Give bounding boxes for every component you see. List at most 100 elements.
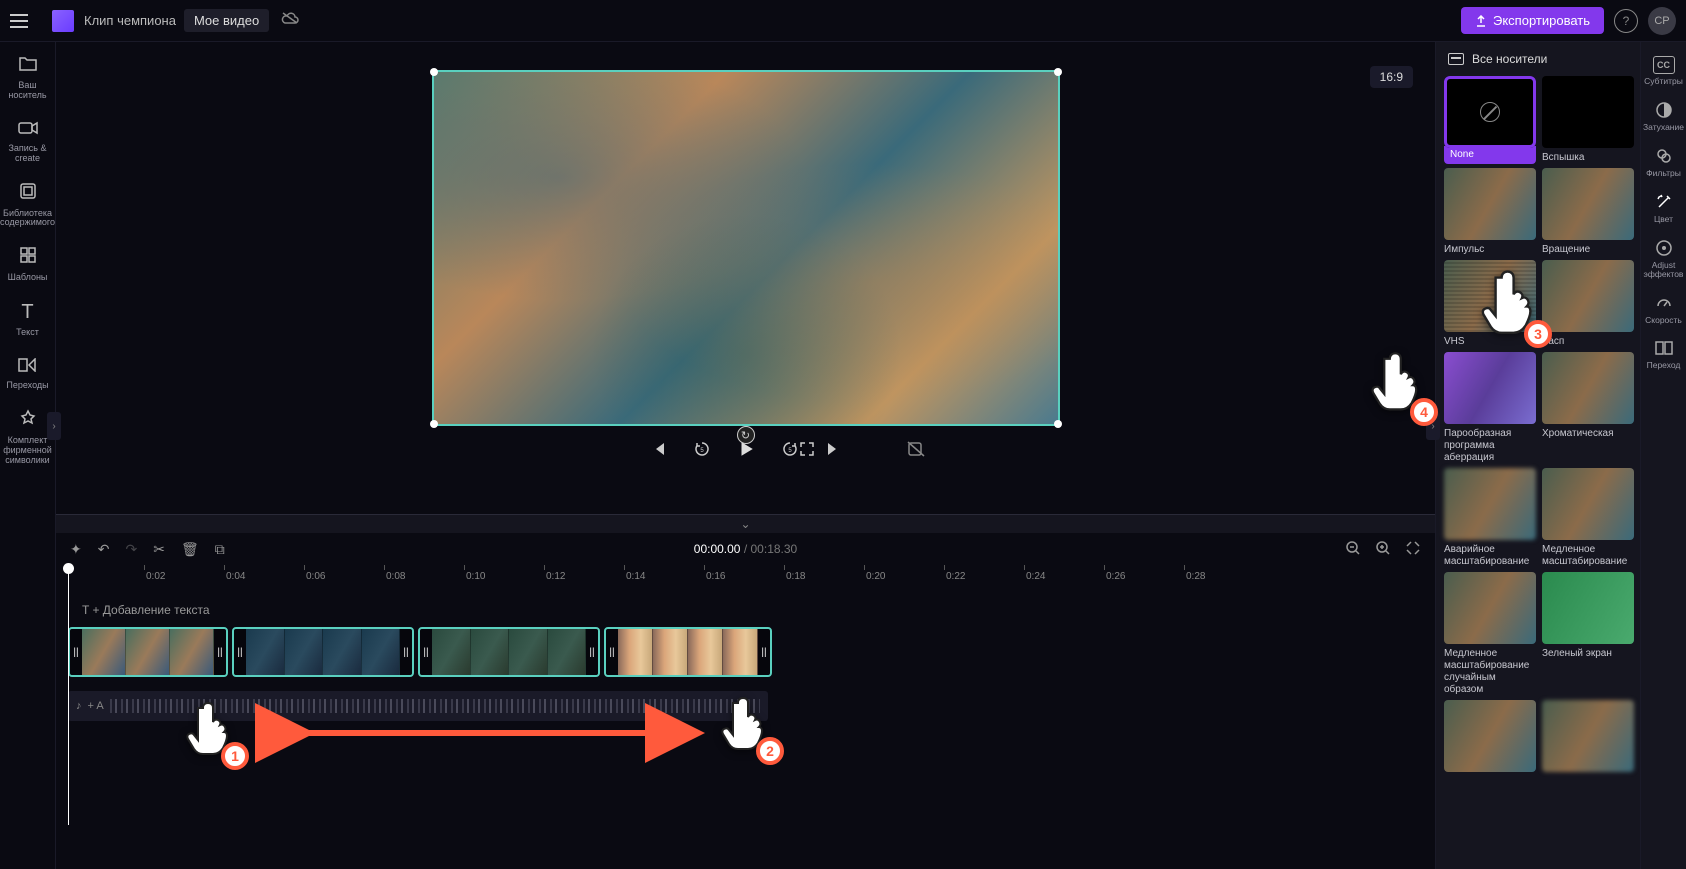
play-button[interactable] xyxy=(735,440,757,463)
upload-icon xyxy=(1475,15,1487,27)
delete-button[interactable]: 🗑 xyxy=(181,541,199,558)
help-button[interactable]: ? xyxy=(1614,9,1638,33)
resize-handle-tl[interactable] xyxy=(430,68,438,76)
fullscreen-button[interactable] xyxy=(799,441,815,462)
clip-2[interactable]: || || xyxy=(232,627,414,677)
sidebar-text[interactable]: T Текст xyxy=(0,301,55,338)
clip-handle-right[interactable]: || xyxy=(586,629,598,675)
aspect-ratio-button[interactable]: 16:9 xyxy=(1370,66,1413,88)
clip-1[interactable]: || || xyxy=(68,627,228,677)
effect-label: Аварийное масштабирование xyxy=(1444,540,1536,568)
clip-handle-left[interactable]: || xyxy=(70,629,82,675)
audio-track[interactable]: ♪ + A xyxy=(68,691,768,721)
timeline-collapse-button[interactable]: ⌄ xyxy=(56,515,1435,533)
forward-button[interactable]: 5 xyxy=(779,440,801,463)
effect-Зеленый экран[interactable]: Зеленый экран xyxy=(1542,572,1634,696)
add-text-prompt[interactable]: T + Добавление текста xyxy=(68,593,1435,627)
menu-hamburger[interactable] xyxy=(10,9,34,33)
rs-speed[interactable]: Скорость xyxy=(1641,293,1686,325)
clip-handle-right[interactable]: || xyxy=(214,629,226,675)
effect-VHS[interactable]: VHS xyxy=(1444,260,1536,348)
effects-grid[interactable]: None Вспышка ИмпульсВращениеVHS Расп Парообр… xyxy=(1436,76,1640,869)
zoom-in-button[interactable] xyxy=(1375,540,1391,559)
filters-icon xyxy=(1654,146,1674,166)
effect-Аварийное масштабирование[interactable]: Аварийное масштабирование xyxy=(1444,468,1536,568)
effect-thumb xyxy=(1444,700,1536,772)
rewind-button[interactable]: 5 xyxy=(691,440,713,463)
sidebar-templates[interactable]: Шаблоны xyxy=(0,246,55,283)
preview-canvas[interactable]: ↻ xyxy=(434,72,1058,424)
effect-Хроматическая[interactable]: Хроматическая xyxy=(1542,352,1634,464)
rs-filters[interactable]: Фильтры xyxy=(1641,146,1686,178)
project-name[interactable]: Мое видео xyxy=(184,9,269,32)
timeline-ruler[interactable]: 0:020:040:060:080:100:120:140:160:180:20… xyxy=(66,565,1435,593)
video-track: |||| |||| |||| |||| xyxy=(68,627,1435,677)
clip-handle-left[interactable]: || xyxy=(234,629,246,675)
effect-label: Зеленый экран xyxy=(1542,644,1634,660)
rs-fade[interactable]: Затухание xyxy=(1641,100,1686,132)
effect-item[interactable] xyxy=(1542,700,1634,788)
ruler-tick: 0:08 xyxy=(386,571,405,582)
clip-4[interactable]: || || xyxy=(604,627,772,677)
effect-thumb xyxy=(1444,260,1536,332)
rs-adjust[interactable]: Adjust эффектов xyxy=(1641,238,1686,279)
effect-Импульс[interactable]: Импульс xyxy=(1444,168,1536,256)
clip-handle-right[interactable]: || xyxy=(758,629,770,675)
sync-off-icon[interactable] xyxy=(281,11,299,30)
timeline: ⌄ ✦ ↶ ↷ ✂ 🗑 ⧉ 00:00.00 / 00:18.30 0:020:… xyxy=(56,514,1435,869)
center-area: 16:9 ↻ 5 5 ⌄ ✦ ↶ ↷ ✂ 🗑 ⧉ xyxy=(56,42,1435,869)
timeline-toolbar: ✦ ↶ ↷ ✂ 🗑 ⧉ 00:00.00 / 00:18.30 xyxy=(56,533,1435,565)
effect-item[interactable] xyxy=(1444,700,1536,788)
transition-icon xyxy=(1654,338,1674,358)
audio-waveform xyxy=(110,699,760,713)
rs-subtitles[interactable]: CC Субтитры xyxy=(1641,56,1686,86)
clip-handle-left[interactable]: || xyxy=(420,629,432,675)
clip-handle-left[interactable]: || xyxy=(606,629,618,675)
camera-off-icon[interactable] xyxy=(907,441,927,462)
sidebar-label: Библиотека содержимого xyxy=(0,209,57,229)
effect-Вращение[interactable]: Вращение xyxy=(1542,168,1634,256)
resize-handle-br[interactable] xyxy=(1054,420,1062,428)
effect-label: Парообразная программа аберрация xyxy=(1444,424,1536,464)
sidebar-your-media[interactable]: Ваш носитель xyxy=(0,56,55,101)
add-audio-label: + A xyxy=(88,700,104,712)
undo-button[interactable]: ↶ xyxy=(98,541,110,558)
effect-thumb xyxy=(1444,468,1536,540)
tracks: T + Добавление текста |||| |||| |||| |||… xyxy=(56,593,1435,731)
user-avatar[interactable]: CP xyxy=(1648,7,1676,35)
ruler-tick: 0:10 xyxy=(466,571,485,582)
auto-enhance-icon[interactable]: ✦ xyxy=(70,541,82,558)
camera-icon xyxy=(18,119,38,140)
resize-handle-tr[interactable] xyxy=(1054,68,1062,76)
effect-Медленное масштабирование[interactable]: Медленное масштабирование xyxy=(1542,468,1634,568)
effect-Вспышка[interactable]: Вспышка xyxy=(1542,76,1634,164)
effect-None[interactable]: None xyxy=(1444,76,1536,164)
skip-forward-button[interactable] xyxy=(823,441,845,462)
export-button[interactable]: Экспортировать xyxy=(1461,7,1604,34)
sidebar-label: Текст xyxy=(14,328,41,338)
sidebar-transitions[interactable]: Переходы xyxy=(0,356,55,391)
effect-Парообразная программа аберрация[interactable]: Парообразная программа аберрация xyxy=(1444,352,1536,464)
ruler-tick: 0:16 xyxy=(706,571,725,582)
clip-3[interactable]: || || xyxy=(418,627,600,677)
resize-handle-bl[interactable] xyxy=(430,420,438,428)
effect-Расп[interactable]: Расп xyxy=(1542,260,1634,348)
rs-color[interactable]: Цвет xyxy=(1641,192,1686,224)
clip-handle-right[interactable]: || xyxy=(400,629,412,675)
export-label: Экспортировать xyxy=(1493,13,1590,28)
effect-label: Вспышка xyxy=(1542,148,1634,164)
redo-button[interactable]: ↷ xyxy=(125,541,137,558)
sidebar-record[interactable]: Запись & create xyxy=(0,119,55,164)
duplicate-button[interactable]: ⧉ xyxy=(215,541,225,558)
skip-back-button[interactable] xyxy=(647,441,669,462)
sidebar-library[interactable]: Библиотека содержимого xyxy=(0,182,55,229)
fit-button[interactable] xyxy=(1405,540,1421,559)
effect-label: Расп xyxy=(1542,332,1634,348)
playhead[interactable] xyxy=(68,565,69,825)
rs-transition[interactable]: Переход xyxy=(1641,338,1686,370)
ruler-tick: 0:04 xyxy=(226,571,245,582)
split-button[interactable]: ✂ xyxy=(153,541,165,558)
effects-panel: › Все носители NoneВспышкаИмпульсВращени… xyxy=(1435,42,1640,869)
zoom-out-button[interactable] xyxy=(1345,540,1361,559)
effect-Медленное масштабирование случайным образом[interactable]: Медленное масштабирование случайным обра… xyxy=(1444,572,1536,696)
